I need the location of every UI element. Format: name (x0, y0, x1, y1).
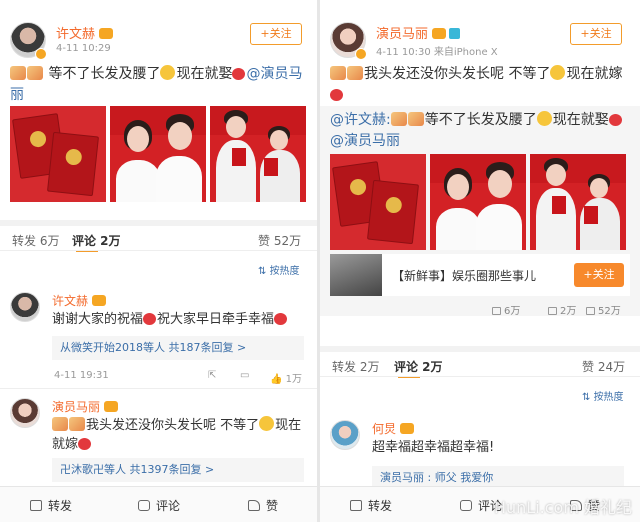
couple-holding-certificates-photo[interactable] (530, 154, 626, 250)
sunglasses-emoji-icon (536, 111, 552, 126)
follow-button[interactable]: +关注 (570, 23, 622, 45)
post-stats-tabs: 转发 2万 评论 2万 赞 24万 (320, 346, 640, 378)
comment-icon (138, 500, 150, 511)
post-stats-tabs: 转发 6万 评论 2万 赞 52万 (0, 220, 317, 252)
channel-title: 【新鲜事】娱乐圈那些事儿 (392, 269, 537, 283)
couple-photo[interactable] (430, 154, 526, 250)
reposted-like-count[interactable]: 52万 (586, 302, 621, 317)
couple-holding-certificates-photo[interactable] (210, 106, 306, 202)
sweat-emoji-icon (550, 65, 566, 80)
comment-timestamp: 4-11 19:31 (54, 370, 109, 381)
sweat-emoji-icon (259, 416, 275, 431)
share-icon[interactable]: ⇱ (208, 370, 216, 381)
couple-photo[interactable] (110, 106, 206, 202)
repost-button[interactable]: 转发 (350, 497, 392, 514)
reply-summary[interactable]: 卍沐歌卍等人 共1397条回复 > (52, 458, 304, 482)
repost-button[interactable]: 转发 (30, 497, 72, 514)
heart-icon (274, 313, 288, 325)
mention-link[interactable]: @许文赫: (330, 112, 391, 128)
verified-badge-icon (35, 48, 47, 60)
tab-repost[interactable]: 转发 6万 (12, 232, 59, 249)
member-badge-icon (449, 28, 461, 39)
mention-link[interactable]: @演员马丽 (330, 133, 400, 149)
reposted-repost-count[interactable]: 6万 (492, 302, 520, 317)
like-comment-button[interactable]: 👍 1万 (270, 370, 302, 385)
comment-author[interactable]: 何炅 (372, 420, 415, 437)
post-timestamp: 4-11 10:30 来自iPhone X (376, 47, 498, 58)
marriage-certificate-photo[interactable] (330, 154, 426, 250)
comment-button[interactable]: 评论 (138, 497, 180, 514)
tab-comment[interactable]: 评论 2万 (394, 358, 443, 375)
vip-level-icon (92, 295, 107, 306)
author-name[interactable]: 演员马丽 (376, 23, 461, 42)
post-author-header: 演员马丽 4-11 10:30 来自iPhone X +关注 (330, 22, 630, 62)
tab-like[interactable]: 赞 24万 (582, 358, 625, 375)
heart-icon (232, 68, 246, 80)
vip-level-icon (432, 28, 447, 39)
tab-comment[interactable]: 评论 2万 (72, 232, 121, 249)
comment-author[interactable]: 许文赫 (52, 292, 107, 309)
couple-emoji-icon (390, 112, 407, 126)
repost-icon (30, 500, 42, 511)
vip-level-icon (104, 401, 119, 412)
thumbs-up-icon (586, 307, 595, 315)
repost-icon (492, 307, 501, 315)
comment-icon (460, 500, 472, 511)
author-name[interactable]: 许文赫 (56, 23, 114, 42)
post-author-header: 许文赫 4-11 10:29 +关注 (10, 22, 310, 62)
sunglasses-emoji-icon (160, 65, 176, 80)
couple-emoji-icon (69, 417, 85, 431)
vip-level-icon (99, 28, 114, 39)
couple-emoji-icon (407, 112, 424, 126)
avatar[interactable] (10, 398, 40, 428)
marriage-certificate-photo[interactable] (10, 106, 106, 202)
couple-emoji-icon (330, 66, 346, 80)
comment-text: 超幸福超幸福超幸福! (372, 440, 495, 455)
post-text: 我头发还没你头发长呢 不等了 现在就嫁 (330, 64, 630, 106)
avatar[interactable] (10, 292, 40, 322)
avatar[interactable] (330, 420, 360, 450)
sort-by-hot[interactable]: ⇅ 按热度 (258, 262, 300, 277)
post-text: 等不了长发及腰了 现在就娶 @演员马丽 (10, 65, 303, 103)
couple-emoji-icon (347, 66, 363, 80)
heart-icon (330, 89, 343, 101)
heart-icon (143, 313, 157, 325)
reply-icon[interactable]: ▭ (240, 370, 249, 381)
tab-repost[interactable]: 转发 2万 (332, 358, 379, 375)
comment-text: 我头发还没你头发长呢 不等了 现在就嫁 (52, 416, 302, 452)
comment-author[interactable]: 演员马丽 (52, 398, 119, 415)
couple-emoji-icon (10, 66, 26, 80)
watermark: HunLi.com 婚礼纪 (493, 498, 632, 517)
reply-summary[interactable]: 从微笑开始2018等人 共187条回复 > (52, 336, 304, 360)
like-button[interactable]: 赞 (248, 497, 278, 514)
post-timestamp: 4-11 10:29 (56, 43, 111, 54)
right-weibo-post: 演员马丽 4-11 10:30 来自iPhone X +关注 我头发还没你头发长… (320, 0, 640, 522)
reposted-comment-count[interactable]: 2万 (548, 302, 576, 317)
bottom-action-bar: 转发 评论 赞 (0, 486, 317, 522)
reposted-text: @许文赫: 等不了长发及腰了 现在就娶@演员马丽 (330, 110, 630, 152)
couple-emoji-icon (27, 66, 43, 80)
reposted-content[interactable]: @许文赫: 等不了长发及腰了 现在就娶@演员马丽 【新鲜事】娱乐圈那些事儿 +关… (320, 106, 640, 317)
comment-text: 谢谢大家的祝福 祝大家早日牵手幸福 (52, 310, 302, 329)
heart-icon (608, 114, 622, 126)
thumbs-up-icon (248, 500, 260, 511)
repost-icon (350, 500, 362, 511)
couple-emoji-icon (52, 417, 68, 431)
channel-card[interactable]: 【新鲜事】娱乐圈那些事儿 +关注 (330, 254, 630, 296)
comment-icon (548, 307, 557, 315)
left-weibo-post: 许文赫 4-11 10:29 +关注 等不了长发及腰了 现在就娶 @演员马丽 转发 … (0, 0, 317, 522)
vip-level-icon (400, 423, 415, 434)
heart-icon (78, 438, 92, 450)
tab-like[interactable]: 赞 52万 (258, 232, 301, 249)
channel-follow-button[interactable]: +关注 (574, 263, 624, 287)
follow-button[interactable]: +关注 (250, 23, 302, 45)
verified-badge-icon (355, 48, 367, 60)
channel-thumbnail (330, 254, 382, 296)
sort-by-hot[interactable]: ⇅ 按热度 (582, 388, 624, 403)
